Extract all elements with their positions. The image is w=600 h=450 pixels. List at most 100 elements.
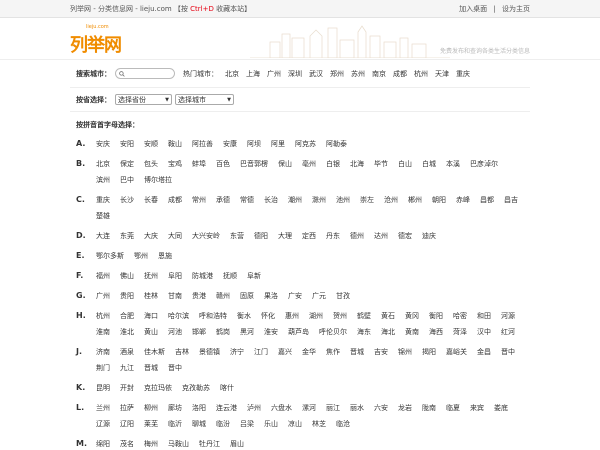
city-link[interactable]: 广元 bbox=[312, 288, 326, 304]
city-link[interactable]: 晋中 bbox=[168, 360, 182, 376]
site-logo[interactable]: lieju.com 列举网 bbox=[70, 24, 126, 56]
city-link[interactable]: 衡水 bbox=[237, 308, 251, 324]
city-link[interactable]: 果洛 bbox=[264, 288, 278, 304]
city-link[interactable]: 六安 bbox=[374, 400, 388, 416]
city-link[interactable]: 鹤岗 bbox=[216, 324, 230, 340]
city-link[interactable]: 长治 bbox=[264, 192, 278, 208]
city-link[interactable]: 嘉峪关 bbox=[446, 344, 467, 360]
city-link[interactable]: 潮州 bbox=[288, 192, 302, 208]
city-link[interactable]: 楚雄 bbox=[96, 208, 110, 224]
city-link[interactable]: 鹤壁 bbox=[357, 308, 371, 324]
city-link[interactable]: 保定 bbox=[120, 156, 134, 172]
hot-city-link[interactable]: 上海 bbox=[246, 69, 260, 79]
city-link[interactable]: 重庆 bbox=[96, 192, 110, 208]
city-link[interactable]: 江门 bbox=[254, 344, 268, 360]
city-link[interactable]: 阿勒泰 bbox=[326, 136, 347, 152]
city-link[interactable]: 济南 bbox=[96, 344, 110, 360]
city-link[interactable]: 黄南 bbox=[405, 324, 419, 340]
city-link[interactable]: 长沙 bbox=[120, 192, 134, 208]
city-link[interactable]: 娄底 bbox=[494, 400, 508, 416]
city-link[interactable]: 蚌埠 bbox=[192, 156, 206, 172]
city-link[interactable]: 东莞 bbox=[120, 228, 134, 244]
hot-city-link[interactable]: 郑州 bbox=[330, 69, 344, 79]
city-link[interactable]: 沧州 bbox=[384, 192, 398, 208]
hot-city-link[interactable]: 杭州 bbox=[414, 69, 428, 79]
city-link[interactable]: 安庆 bbox=[96, 136, 110, 152]
city-link[interactable]: 防城港 bbox=[192, 268, 213, 284]
city-link[interactable]: 淮南 bbox=[96, 324, 110, 340]
city-link[interactable]: 广州 bbox=[96, 288, 110, 304]
city-link[interactable]: 甘南 bbox=[168, 288, 182, 304]
city-link[interactable]: 临沂 bbox=[168, 416, 182, 432]
city-select[interactable]: 选择城市 ▼ bbox=[175, 94, 234, 105]
city-link[interactable]: 阿拉善 bbox=[192, 136, 213, 152]
city-link[interactable]: 克孜勒苏 bbox=[182, 380, 210, 396]
city-link[interactable]: 抚州 bbox=[144, 268, 158, 284]
city-link[interactable]: 黄山 bbox=[144, 324, 158, 340]
city-link[interactable]: 大连 bbox=[96, 228, 110, 244]
city-link[interactable]: 达州 bbox=[374, 228, 388, 244]
city-link[interactable]: 佛山 bbox=[120, 268, 134, 284]
city-link[interactable]: 常州 bbox=[192, 192, 206, 208]
city-link[interactable]: 丽水 bbox=[350, 400, 364, 416]
city-link[interactable]: 连云港 bbox=[216, 400, 237, 416]
city-link[interactable]: 安阳 bbox=[120, 136, 134, 152]
city-link[interactable]: 贵港 bbox=[192, 288, 206, 304]
city-link[interactable]: 北海 bbox=[350, 156, 364, 172]
city-link[interactable]: 朝阳 bbox=[432, 192, 446, 208]
city-link[interactable]: 阿克苏 bbox=[295, 136, 316, 152]
hot-city-link[interactable]: 成都 bbox=[393, 69, 407, 79]
city-link[interactable]: 黄石 bbox=[381, 308, 395, 324]
city-link[interactable]: 和田 bbox=[477, 308, 491, 324]
city-link[interactable]: 北京 bbox=[96, 156, 110, 172]
city-link[interactable]: 阿里 bbox=[271, 136, 285, 152]
city-link[interactable]: 池州 bbox=[336, 192, 350, 208]
city-link[interactable]: 海西 bbox=[429, 324, 443, 340]
city-link[interactable]: 锦州 bbox=[398, 344, 412, 360]
city-link[interactable]: 广安 bbox=[288, 288, 302, 304]
city-link[interactable]: 来宾 bbox=[470, 400, 484, 416]
city-link[interactable]: 衡阳 bbox=[429, 308, 443, 324]
city-link[interactable]: 金昌 bbox=[477, 344, 491, 360]
city-link[interactable]: 甘孜 bbox=[336, 288, 350, 304]
city-link[interactable]: 吕梁 bbox=[240, 416, 254, 432]
city-link[interactable]: 抚顺 bbox=[223, 268, 237, 284]
city-link[interactable]: 临夏 bbox=[446, 400, 460, 416]
city-link[interactable]: 红河 bbox=[501, 324, 515, 340]
city-link[interactable]: 本溪 bbox=[446, 156, 460, 172]
city-link[interactable]: 德宏 bbox=[398, 228, 412, 244]
city-link[interactable]: 九江 bbox=[120, 360, 134, 376]
city-link[interactable]: 昆明 bbox=[96, 380, 110, 396]
city-link[interactable]: 丹东 bbox=[326, 228, 340, 244]
city-link[interactable]: 滨州 bbox=[96, 172, 110, 188]
city-link[interactable]: 惠州 bbox=[285, 308, 299, 324]
city-link[interactable]: 汉中 bbox=[477, 324, 491, 340]
city-link[interactable]: 赤峰 bbox=[456, 192, 470, 208]
city-link[interactable]: 百色 bbox=[216, 156, 230, 172]
city-link[interactable]: 佳木斯 bbox=[144, 344, 165, 360]
hot-city-link[interactable]: 北京 bbox=[225, 69, 239, 79]
city-link[interactable]: 乐山 bbox=[264, 416, 278, 432]
city-link[interactable]: 晋城 bbox=[144, 360, 158, 376]
city-link[interactable]: 包头 bbox=[144, 156, 158, 172]
city-link[interactable]: 滁州 bbox=[312, 192, 326, 208]
city-link[interactable]: 嘉兴 bbox=[278, 344, 292, 360]
city-link[interactable]: 临沧 bbox=[336, 416, 350, 432]
city-link[interactable]: 淮安 bbox=[264, 324, 278, 340]
city-link[interactable]: 莱芜 bbox=[144, 416, 158, 432]
hot-city-link[interactable]: 重庆 bbox=[456, 69, 470, 79]
city-link[interactable]: 鞍山 bbox=[168, 136, 182, 152]
city-link[interactable]: 保山 bbox=[278, 156, 292, 172]
city-link[interactable]: 黑河 bbox=[240, 324, 254, 340]
city-link[interactable]: 亳州 bbox=[302, 156, 316, 172]
city-link[interactable]: 鄂州 bbox=[134, 248, 148, 264]
city-link[interactable]: 陇南 bbox=[422, 400, 436, 416]
city-link[interactable]: 拉萨 bbox=[120, 400, 134, 416]
city-link[interactable]: 阿坝 bbox=[247, 136, 261, 152]
city-link[interactable]: 茂名 bbox=[120, 436, 134, 450]
city-link[interactable]: 崇左 bbox=[360, 192, 374, 208]
city-link[interactable]: 林芝 bbox=[312, 416, 326, 432]
city-link[interactable]: 贺州 bbox=[333, 308, 347, 324]
city-link[interactable]: 德阳 bbox=[254, 228, 268, 244]
city-link[interactable]: 济宁 bbox=[230, 344, 244, 360]
